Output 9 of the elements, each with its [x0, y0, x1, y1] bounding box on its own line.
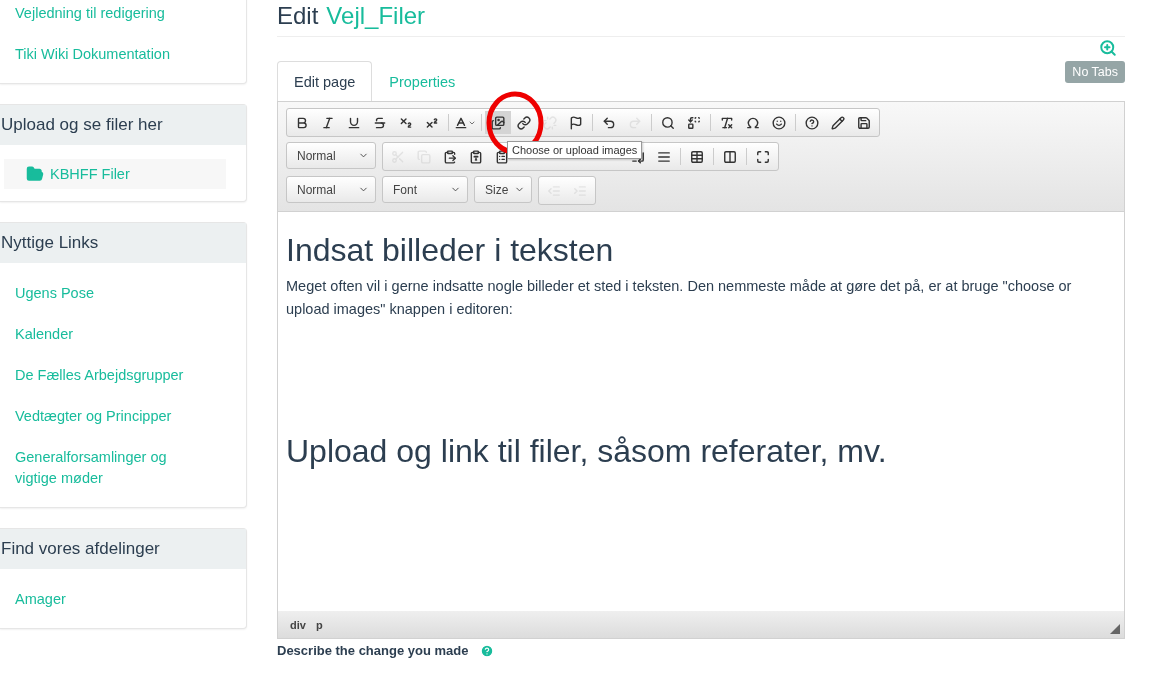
title-prefix: Edit: [277, 2, 319, 30]
card-heading: Find vores afdelinger: [0, 529, 246, 569]
content-heading: Indsat billeder i teksten: [286, 232, 615, 269]
card-heading: Upload og se filer her: [0, 105, 246, 145]
card-heading: Nyttige Links: [0, 223, 246, 263]
field-label: Describe the change you made: [277, 643, 469, 658]
tooltip: Choose or upload images: [507, 141, 643, 159]
content-paragraph: Meget often vil i gerne indsatte nogle billeder et sted i teksten. Den nemmeste måde at gøre det på, er at bruge "choose or upload images" knappen i editoren:: [286, 277, 1073, 319]
content-heading: Upload og link til filer, såsom referater, mv.: [286, 433, 888, 470]
